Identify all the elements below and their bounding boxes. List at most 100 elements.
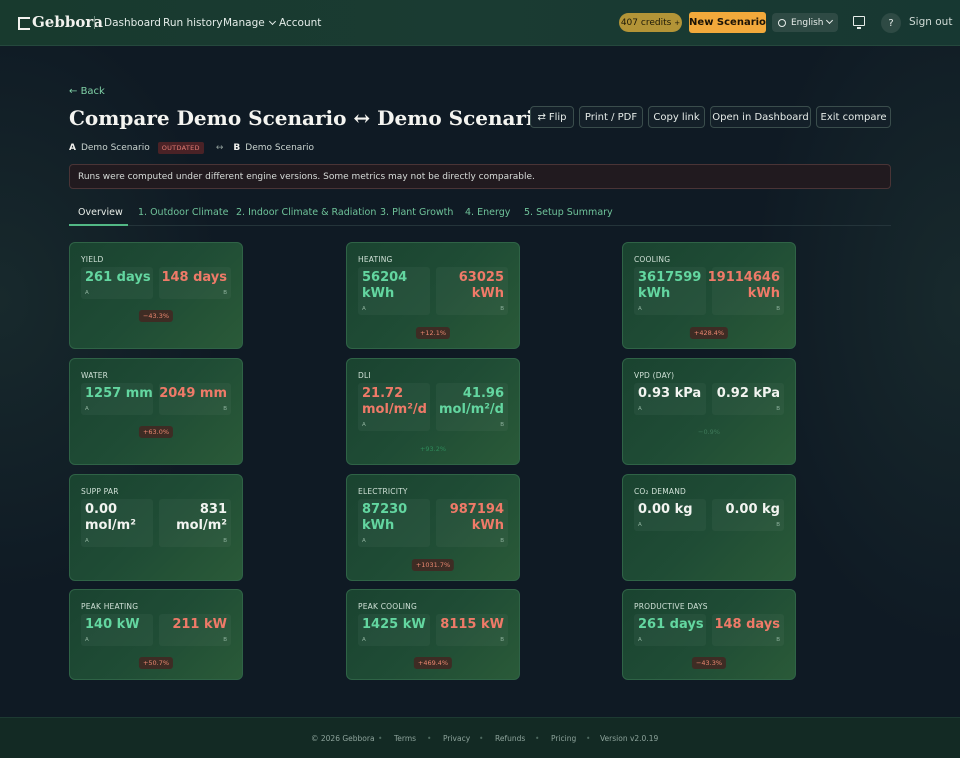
nav-run-history[interactable]: Run history — [163, 0, 223, 46]
value-a: 56204 kWh A — [358, 267, 430, 315]
metric-card-vpd-day: VPD (DAY) 0.93 kPa A 0.92 kPa B −0.9% — [622, 358, 796, 465]
metric-card-cooling: COOLING 3617599 kWh A 19114646 kWh B +428.… — [622, 242, 796, 349]
value-a-tag: A — [85, 538, 89, 544]
value-b: 41.96 mol/m²/d B — [436, 383, 508, 431]
metric-label: CO₂ DEMAND — [634, 487, 687, 496]
delta-badge: +469.4% — [413, 657, 453, 669]
value-a-number: 140 kW — [85, 617, 140, 632]
metric-card-supp-par: SUPP PAR 0.00 mol/m² A 831 mol/m² B — [69, 474, 243, 581]
value-a-number: 1425 kW — [362, 617, 426, 632]
language-label: English — [791, 17, 824, 28]
metric-label: PEAK COOLING — [358, 602, 417, 611]
metric-card-heating: HEATING 56204 kWh A 63025 kWh B +12.1% — [346, 242, 520, 349]
value-a: 0.00 mol/m² A — [81, 499, 153, 547]
help-button[interactable]: ? — [881, 13, 901, 33]
credits-badge[interactable]: 407 credits + — [619, 13, 682, 32]
language-select[interactable]: English — [772, 13, 838, 32]
top-navigation-bar: Gebbora Dashboard Run history Manage Acc… — [0, 0, 960, 46]
value-b-tag: B — [223, 406, 227, 412]
sign-out-link[interactable]: Sign out — [909, 16, 952, 28]
tab-overview[interactable]: Overview — [78, 207, 123, 218]
new-scenario-button[interactable]: New Scenario — [689, 12, 766, 33]
delta-badge: −0.9% — [698, 428, 720, 436]
back-label: Back — [80, 86, 105, 97]
credits-label: 407 credits — [620, 17, 672, 28]
tab-setup-summary[interactable]: 5. Setup Summary — [524, 207, 613, 218]
value-b-tag: B — [500, 306, 504, 312]
back-link[interactable]: ← Back — [69, 86, 105, 97]
metric-label: VPD (DAY) — [634, 371, 675, 380]
delta-badge: +428.4% — [689, 327, 729, 339]
footer-separator: • — [479, 734, 484, 743]
value-b: 19114646 kWh B — [708, 267, 784, 315]
value-b: 148 days B — [159, 267, 231, 299]
tab-outdoor-climate[interactable]: 1. Outdoor Climate — [138, 207, 228, 218]
nav-manage-label: Manage — [223, 17, 265, 29]
delta-badge: −43.3% — [691, 657, 727, 669]
page-title: Compare Demo Scenario ↔ Demo Scenario — [69, 106, 547, 130]
nav-account[interactable]: Account — [279, 0, 321, 46]
value-a-tag: A — [638, 637, 642, 643]
value-b-number: 41.96 mol/m²/d — [439, 386, 504, 417]
metric-label: SUPP PAR — [81, 487, 119, 496]
tab-indoor-climate-radiation[interactable]: 2. Indoor Climate & Radiation — [236, 207, 376, 218]
value-a-number: 0.00 mol/m² — [85, 502, 136, 533]
footer-link-refunds[interactable]: Refunds — [495, 734, 525, 743]
value-b-tag: B — [776, 406, 780, 412]
scenario-b-name: Demo Scenario — [245, 143, 315, 153]
print-pdf-button[interactable]: Print / PDF — [579, 106, 643, 128]
open-in-dashboard-button[interactable]: Open in Dashboard — [710, 106, 811, 128]
value-a-tag: A — [638, 406, 642, 412]
value-a-number: 261 days — [638, 617, 704, 632]
metric-card-water: WATER 1257 mm A 2049 mm B +63.0% — [69, 358, 243, 465]
active-tab-indicator — [69, 224, 128, 226]
footer-link-privacy[interactable]: Privacy — [443, 734, 470, 743]
value-a: 1425 kW A — [358, 614, 430, 646]
nav-manage[interactable]: Manage — [223, 0, 276, 46]
metric-card-peak-cooling: PEAK COOLING 1425 kW A 8115 kW B +469.4% — [346, 589, 520, 680]
value-a-tag: A — [85, 637, 89, 643]
copy-link-button[interactable]: Copy link — [648, 106, 705, 128]
flip-button[interactable]: ⇄ Flip — [530, 106, 574, 128]
logo-mark-icon — [18, 16, 30, 30]
engine-version-warning: Runs were computed under different engin… — [69, 164, 891, 189]
metric-card-electricity: ELECTRICITY 87230 kWh A 987194 kWh B +1031… — [346, 474, 520, 581]
metric-card-yield: YIELD 261 days A 148 days B −43.3% — [69, 242, 243, 349]
footer-link-terms[interactable]: Terms — [394, 734, 416, 743]
value-b: 2049 mm B — [159, 383, 231, 415]
arrow-left-icon: ← — [69, 86, 81, 97]
value-a-tag: A — [85, 406, 89, 412]
flip-label: Flip — [548, 111, 567, 123]
exit-compare-button[interactable]: Exit compare — [816, 106, 891, 128]
value-b: 987194 kWh B — [436, 499, 508, 547]
value-a-number: 1257 mm — [85, 386, 153, 401]
value-b-number: 211 kW — [172, 617, 227, 632]
scenario-a-name: Demo Scenario — [80, 143, 150, 153]
swap-arrow-icon: ↔ — [215, 143, 224, 153]
value-b-tag: B — [776, 522, 780, 528]
value-a-tag: A — [638, 522, 642, 528]
metric-card-dli: DLI 21.72 mol/m²/d A 41.96 mol/m²/d B +93.… — [346, 358, 520, 465]
value-a: 3617599 kWh A — [634, 267, 706, 315]
value-a-number: 21.72 mol/m²/d — [362, 386, 427, 417]
value-b-tag: B — [500, 637, 504, 643]
delta-badge: +12.1% — [415, 327, 451, 339]
value-b-number: 63025 kWh — [458, 270, 504, 301]
value-a-number: 0.00 kg — [638, 502, 693, 517]
metric-label: DLI — [358, 371, 371, 380]
nav-dashboard[interactable]: Dashboard — [104, 0, 161, 46]
monitor-icon[interactable] — [853, 16, 865, 29]
logo[interactable]: Gebbora — [18, 13, 103, 31]
value-a-tag: A — [362, 306, 366, 312]
tab-plant-growth[interactable]: 3. Plant Growth — [380, 207, 453, 218]
metric-label: YIELD — [81, 255, 104, 264]
value-a-number: 0.93 kPa — [638, 386, 702, 401]
tab-energy[interactable]: 4. Energy — [465, 207, 510, 218]
footer-separator: • — [535, 734, 540, 743]
value-b-number: 0.92 kPa — [716, 386, 780, 401]
footer-link-pricing[interactable]: Pricing — [551, 734, 576, 743]
value-b-number: 0.00 kg — [725, 502, 780, 517]
scenario-legend: A Demo Scenario OUTDATED ↔ B Demo Scenar… — [69, 142, 314, 154]
delta-badge: +1031.7% — [411, 559, 455, 571]
value-a-number: 87230 kWh — [362, 502, 408, 533]
